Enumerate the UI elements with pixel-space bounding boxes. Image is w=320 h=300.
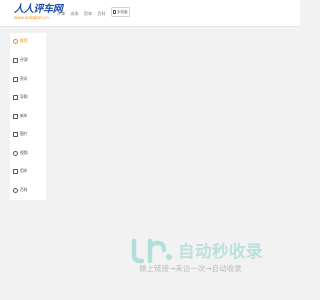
site-header: 人人评车网 www.autopten.cn 评车 选车 用车 百科 手机版 <box>0 0 300 27</box>
encyclopedia-icon <box>13 187 18 193</box>
nav-item-encyclopedia[interactable]: 百科 <box>97 11 105 17</box>
sidebar-item-label: 评测 <box>20 57 28 62</box>
sidebar-item-car-use[interactable]: 用车 <box>10 166 46 176</box>
sidebar-item-label: 新车 <box>20 113 28 118</box>
sidebar-item-label: 资讯 <box>20 76 28 81</box>
sidebar-item-video[interactable]: 视频 <box>10 148 46 158</box>
sidebar-item-pictures[interactable]: 图片 <box>10 129 46 139</box>
sidebar-item-guide[interactable]: 导购 <box>10 92 46 102</box>
sidebar-item-encyclopedia[interactable]: 百科 <box>10 185 46 195</box>
top-nav: 评车 选车 用车 百科 <box>57 11 106 17</box>
sidebar: 推荐 评测 资讯 导购 新车 图片 视频 用车 百科 <box>10 33 46 200</box>
mobile-version-button[interactable]: 手机版 <box>111 7 130 17</box>
guide-icon <box>13 94 18 100</box>
sidebar-item-label: 推荐 <box>20 38 28 43</box>
sidebar-item-new-car[interactable]: 新车 <box>10 111 46 121</box>
nav-item-choose-car[interactable]: 选车 <box>70 11 78 17</box>
logo-title: 人人评车网 <box>14 4 63 15</box>
sidebar-item-reviews[interactable]: 评测 <box>10 55 46 65</box>
picture-icon <box>13 131 18 137</box>
sidebar-item-recommend[interactable]: 推荐 <box>10 36 46 46</box>
auto-indexing-watermark: 自动秒收录 做上链接→来访一次→自动收录 <box>128 234 278 278</box>
site-logo[interactable]: 人人评车网 www.autopten.cn <box>14 4 63 21</box>
sidebar-item-label: 用车 <box>20 168 28 173</box>
mobile-version-label: 手机版 <box>116 9 128 14</box>
sidebar-item-news[interactable]: 资讯 <box>10 74 46 84</box>
nav-item-reviews[interactable]: 评车 <box>57 11 65 17</box>
car-icon <box>13 168 18 174</box>
video-icon <box>13 150 18 156</box>
logo-url: www.autopten.cn <box>14 15 49 20</box>
sidebar-item-label: 视频 <box>20 150 28 155</box>
sidebar-item-label: 导购 <box>20 94 28 99</box>
watermark-title: 自动秒收录 <box>178 242 263 261</box>
phone-icon <box>113 9 116 15</box>
nav-item-car-use[interactable]: 用车 <box>84 11 92 17</box>
new-car-icon <box>13 113 18 119</box>
news-icon <box>13 76 18 82</box>
link-logo-icon <box>131 238 172 264</box>
sidebar-item-label: 百科 <box>20 187 28 192</box>
document-icon <box>13 57 18 63</box>
home-icon <box>13 38 18 44</box>
sidebar-item-label: 图片 <box>20 131 28 136</box>
watermark-subtitle: 做上链接→来访一次→自动收录 <box>139 264 242 273</box>
